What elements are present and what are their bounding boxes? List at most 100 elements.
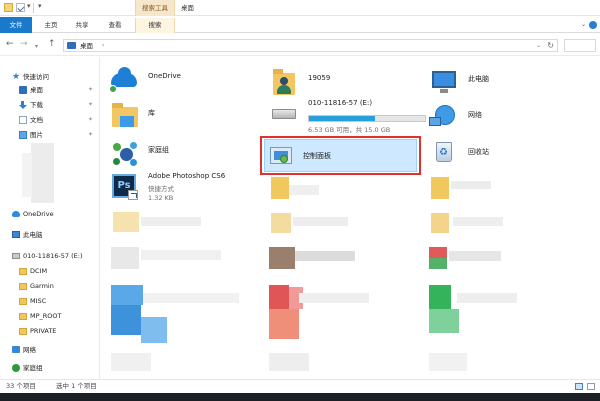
cloud-icon bbox=[12, 211, 20, 217]
separator bbox=[33, 3, 34, 13]
star-icon: ★ bbox=[12, 72, 21, 82]
properties-icon[interactable] bbox=[16, 3, 25, 12]
pin-icon[interactable]: ✦ bbox=[88, 99, 93, 111]
item-onedrive[interactable]: OneDrive bbox=[109, 65, 259, 101]
sidebar-label: OneDrive bbox=[23, 210, 54, 218]
item-label: 010-11816-57 (E:) bbox=[308, 99, 373, 107]
sidebar-label: 010-11816-57 (E:) bbox=[23, 252, 83, 260]
folder-icon bbox=[19, 298, 27, 305]
item-label: 网络 bbox=[468, 111, 482, 119]
expand-ribbon-icon[interactable]: ⌄ bbox=[581, 21, 586, 28]
homegroup-icon bbox=[109, 137, 139, 166]
breadcrumb-separator[interactable]: › bbox=[102, 41, 104, 51]
pin-icon[interactable]: ✦ bbox=[88, 129, 93, 141]
sidebar-label: DCIM bbox=[30, 267, 48, 275]
tab-share[interactable]: 共享 bbox=[71, 18, 93, 33]
folder-icon bbox=[19, 313, 27, 320]
folder-icon bbox=[19, 268, 27, 275]
recent-locations-icon[interactable]: ▾ bbox=[35, 41, 38, 52]
sidebar-label: 下载 bbox=[30, 101, 43, 109]
status-bar: 33 个项目 选中 1 个项目 bbox=[0, 379, 600, 393]
tab-file[interactable]: 文件 bbox=[0, 17, 32, 33]
item-homegroup[interactable]: 家庭组 bbox=[109, 135, 259, 171]
back-arrow-icon[interactable]: ← bbox=[6, 39, 14, 50]
drive-usage-bar bbox=[308, 115, 426, 122]
sidebar-label: 家庭组 bbox=[23, 364, 43, 372]
navigation-pane: ★ 快速访问 桌面 ✦ 下载 ✦ 文档 ✦ 图片 ✦ OneDrive 此电脑 … bbox=[0, 57, 100, 379]
folder-icon bbox=[19, 328, 27, 335]
sidebar-label: MISC bbox=[30, 297, 47, 305]
obscured-items bbox=[31, 143, 54, 203]
drive-usage-fill bbox=[309, 116, 375, 121]
item-this-pc[interactable]: 此电脑 bbox=[429, 65, 579, 101]
item-label: 19059 bbox=[308, 74, 331, 82]
computer-icon bbox=[429, 67, 459, 95]
item-library[interactable]: 库 bbox=[109, 99, 259, 135]
item-label: 控制面板 bbox=[303, 152, 331, 160]
item-control-panel[interactable]: 控制面板 bbox=[264, 139, 417, 172]
network-icon bbox=[12, 346, 20, 353]
network-icon bbox=[429, 101, 459, 129]
selection-count: 选中 1 个项目 bbox=[56, 382, 97, 390]
folder-icon bbox=[19, 283, 27, 290]
item-network[interactable]: 网络 bbox=[429, 99, 579, 135]
large-icons-view-icon[interactable] bbox=[587, 383, 595, 390]
document-icon bbox=[19, 116, 27, 124]
desktop-icon bbox=[67, 42, 76, 49]
drive-free-space: 6.53 GB 可用，共 15.0 GB bbox=[308, 126, 391, 134]
shortcut-arrow-icon bbox=[128, 190, 138, 200]
sidebar-label: 桌面 bbox=[30, 86, 43, 94]
computer-icon bbox=[12, 231, 20, 238]
up-arrow-icon[interactable]: ↑ bbox=[48, 39, 56, 50]
item-type: 快捷方式 bbox=[148, 185, 174, 193]
details-view-icon[interactable] bbox=[575, 383, 583, 390]
item-label: OneDrive bbox=[148, 72, 181, 80]
item-user-folder[interactable]: 19059 bbox=[269, 65, 419, 101]
navigation-bar: ← → ▾ ↑ 桌面 › ⌄ ↻ bbox=[0, 34, 600, 56]
user-folder-icon bbox=[269, 67, 299, 95]
drive-icon bbox=[269, 99, 299, 127]
tab-home[interactable]: 主页 bbox=[40, 18, 62, 33]
quick-access-dropdown-icon[interactable]: ▾ bbox=[27, 2, 31, 11]
item-recycle-bin[interactable]: 回收站 bbox=[429, 135, 579, 171]
address-bar[interactable]: 桌面 › ⌄ ↻ bbox=[63, 39, 558, 52]
sidebar-label: 图片 bbox=[30, 131, 43, 139]
taskbar bbox=[0, 393, 600, 401]
item-label: 此电脑 bbox=[468, 75, 489, 83]
tab-search[interactable]: 搜索 bbox=[135, 18, 175, 33]
sidebar-label: 网络 bbox=[23, 346, 36, 354]
photoshop-icon: Ps bbox=[109, 172, 139, 200]
library-folder-icon bbox=[109, 101, 139, 129]
item-drive[interactable]: 010-11816-57 (E:) 6.53 GB 可用，共 15.0 GB bbox=[269, 97, 429, 135]
item-label: 回收站 bbox=[468, 148, 489, 156]
item-size: 1.32 KB bbox=[148, 194, 174, 202]
pin-icon[interactable]: ✦ bbox=[88, 114, 93, 126]
title-bar: ▾ ▾ 搜索工具 桌面 bbox=[0, 0, 600, 16]
download-icon bbox=[19, 101, 27, 109]
sidebar-label: 快速访问 bbox=[23, 73, 49, 81]
ribbon-tabs: 文件 主页 共享 查看 搜索 ⌄ bbox=[0, 16, 600, 33]
customize-toolbar-icon[interactable]: ▾ bbox=[38, 2, 42, 10]
picture-icon bbox=[19, 131, 27, 139]
item-photoshop-shortcut[interactable]: Ps Adobe Photoshop CS6 快捷方式 1.32 KB bbox=[109, 170, 259, 208]
item-label: 库 bbox=[148, 109, 155, 117]
folder-icon bbox=[4, 3, 13, 12]
recycle-bin-icon bbox=[429, 137, 459, 165]
tab-view[interactable]: 查看 bbox=[104, 18, 126, 33]
onedrive-cloud-icon bbox=[109, 67, 139, 95]
refresh-icon[interactable]: ↻ bbox=[547, 40, 554, 51]
sidebar-label: 此电脑 bbox=[23, 231, 43, 239]
pin-icon[interactable]: ✦ bbox=[88, 84, 93, 96]
address-dropdown-icon[interactable]: ⌄ bbox=[536, 41, 541, 51]
help-icon[interactable] bbox=[589, 21, 597, 29]
drive-icon bbox=[12, 253, 20, 259]
homegroup-icon bbox=[12, 364, 20, 372]
sidebar-label: PRIVATE bbox=[30, 327, 57, 335]
breadcrumb-desktop[interactable]: 桌面 bbox=[80, 41, 93, 51]
item-count: 33 个项目 bbox=[6, 382, 36, 390]
sidebar-label: MP_ROOT bbox=[30, 312, 62, 320]
sidebar-label: Garmin bbox=[30, 282, 54, 290]
forward-arrow-icon[interactable]: → bbox=[20, 39, 28, 50]
search-input[interactable] bbox=[564, 39, 596, 52]
file-list: OneDrive 库 家庭组 Ps Adobe Photoshop CS6 快捷… bbox=[101, 57, 600, 379]
